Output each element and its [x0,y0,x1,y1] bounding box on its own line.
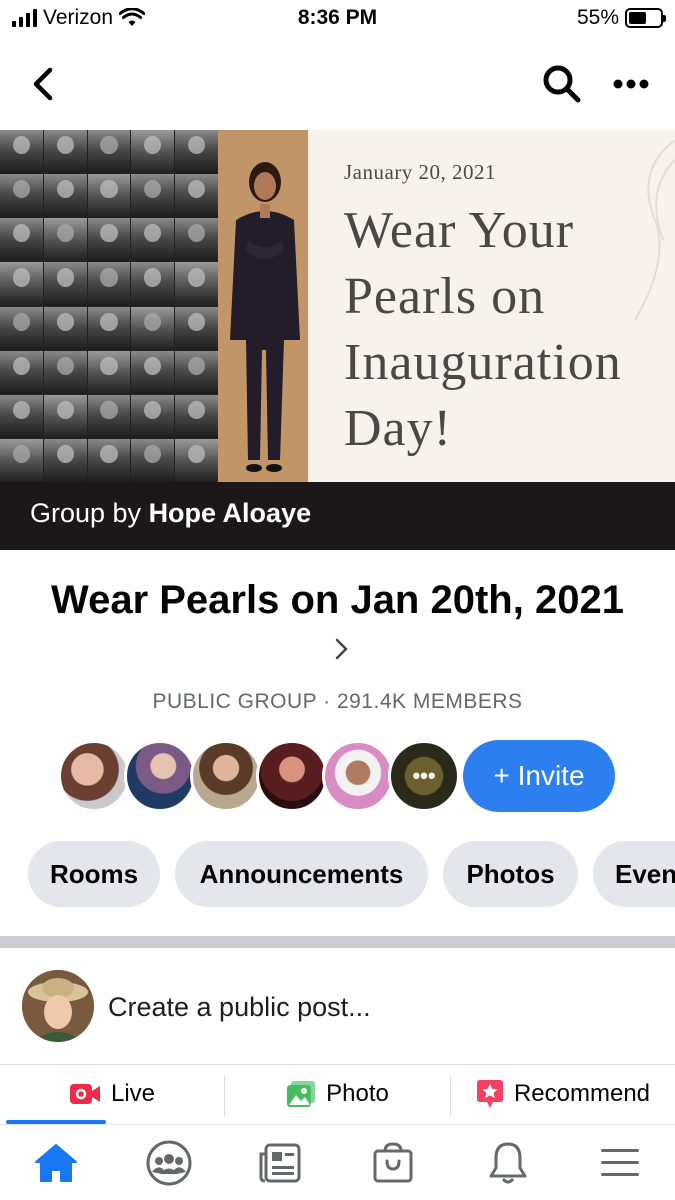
chevron-right-icon [334,626,350,678]
member-avatar[interactable] [58,740,130,812]
news-icon [259,1143,301,1183]
marketplace-icon [373,1142,413,1183]
live-button[interactable]: Live [0,1065,224,1123]
member-avatar[interactable] [256,740,328,812]
group-cover-photo[interactable]: January 20, 2021 Wear Your Pearls on Ina… [0,130,675,550]
chip-rooms[interactable]: Rooms [28,841,160,907]
post-composer[interactable]: Create a public post... [0,948,675,1064]
chip-events[interactable]: Even [593,841,675,907]
chevron-left-icon [33,67,53,101]
top-nav-bar [0,44,675,124]
chip-photos[interactable]: Photos [443,841,578,907]
search-icon [543,65,581,103]
group-title-text: Wear Pearls on Jan 20th, 2021 [51,578,624,622]
status-bar: Verizon 8:36 PM 55% [0,0,675,40]
section-divider [0,936,675,948]
more-members-button[interactable]: ••• [388,740,460,812]
group-meta: PUBLIC GROUP · 291.4K MEMBERS [152,690,523,713]
bottom-tab-bar [0,1124,675,1200]
live-label: Live [110,1080,156,1107]
search-button[interactable] [540,62,584,106]
back-button[interactable] [26,62,66,106]
cover-headline: Wear Your Pearls on Inauguration Day! [344,202,622,457]
tab-groups[interactable] [139,1135,199,1191]
group-section-chips: Rooms Announcements Photos Even [28,841,675,907]
status-time: 8:36 PM [297,6,378,29]
cover-text-panel: January 20, 2021 Wear Your Pearls on Ina… [308,130,675,482]
member-avatar[interactable] [322,740,394,812]
tab-news[interactable] [250,1135,310,1191]
woman-in-suit-portrait [218,130,308,482]
member-avatar[interactable] [124,740,196,812]
member-avatar[interactable] [190,740,262,812]
status-bar-right: 55% [576,6,666,30]
user-avatar[interactable] [22,970,94,1042]
recommend-label: Recommend [513,1080,651,1107]
menu-icon [601,1149,639,1176]
home-icon [35,1144,77,1182]
battery-percent: 55% [576,6,619,29]
tab-menu[interactable] [590,1135,650,1191]
composer-prompt[interactable]: Create a public post... [108,992,371,1023]
notifications-icon [489,1142,527,1184]
chip-announcements[interactable]: Announcements [175,841,428,907]
groups-icon [146,1140,192,1186]
more-members-glyph: ••• [412,763,436,788]
tab-notifications[interactable] [478,1135,538,1191]
battery-fill [629,12,646,24]
more-options-button[interactable] [606,62,656,106]
more-horizontal-icon [613,79,649,89]
group-by-banner: Group by Hope Aloaye [0,482,675,550]
live-video-icon [69,1084,100,1104]
tab-home[interactable] [26,1135,86,1191]
photo-label: Photo [326,1080,389,1107]
composer-actions: Live Photo Recommend [0,1065,675,1123]
battery-icon [625,8,666,28]
photo-icon [287,1081,316,1107]
cover-date: January 20, 2021 [344,160,497,184]
invite-button[interactable]: + Invite [463,740,615,812]
presidents-portrait-collage [0,130,218,482]
recommend-button[interactable]: Recommend [451,1065,675,1123]
group-admin-name[interactable]: Hope Aloaye [149,498,312,528]
group-by-prefix: Group by [30,498,149,528]
recommend-icon [476,1080,503,1108]
group-title[interactable]: Wear Pearls on Jan 20th, 2021 [40,574,635,678]
photo-button[interactable]: Photo [225,1065,450,1123]
tab-marketplace[interactable] [363,1135,423,1191]
